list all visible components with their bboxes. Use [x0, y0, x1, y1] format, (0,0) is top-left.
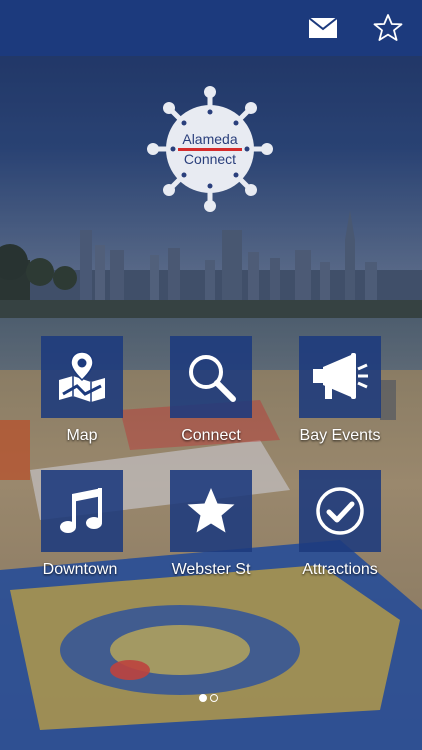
tile-connect[interactable]	[170, 336, 252, 418]
tile-attractions[interactable]	[299, 470, 381, 552]
star-icon	[187, 488, 235, 533]
tile-downtown-label[interactable]: Downtown	[15, 561, 145, 579]
logo-line-alameda: Alameda	[182, 131, 238, 147]
logo-line-connect: Connect	[183, 151, 237, 167]
tile-connect-label[interactable]: Connect	[146, 427, 276, 445]
map-icon	[59, 351, 105, 402]
tile-bay-events-label[interactable]: Bay Events	[275, 427, 405, 445]
mail-button[interactable]	[307, 12, 339, 44]
page-indicator	[199, 694, 223, 704]
tile-webster-st-label[interactable]: Webster St	[146, 561, 276, 579]
tile-bay-events[interactable]	[299, 336, 381, 418]
page-dot-1[interactable]	[199, 694, 207, 702]
favorites-button[interactable]	[372, 12, 404, 44]
search-icon	[189, 355, 236, 402]
page-dot-2[interactable]	[210, 694, 218, 702]
app-logo: Alameda Connect	[145, 84, 275, 214]
tile-webster-st[interactable]	[170, 470, 252, 552]
tile-downtown[interactable]	[41, 470, 123, 552]
mail-icon	[309, 18, 337, 38]
check-circle-icon	[316, 487, 364, 535]
star-outline-icon	[373, 14, 403, 41]
tile-map-label[interactable]: Map	[17, 427, 147, 445]
top-bar	[0, 0, 422, 56]
tile-attractions-label[interactable]: Attractions	[275, 561, 405, 579]
megaphone-icon	[313, 353, 368, 399]
tile-map[interactable]	[41, 336, 123, 418]
music-note-icon	[60, 488, 102, 533]
